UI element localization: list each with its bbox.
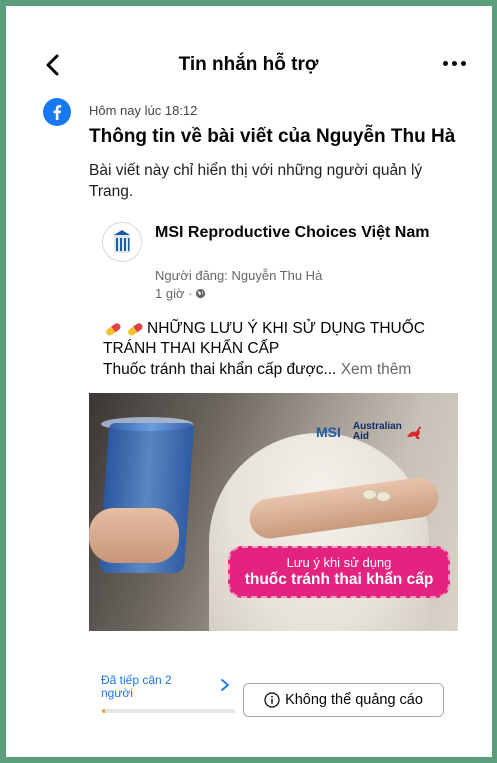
reach-progress-fill	[102, 709, 105, 713]
header: Tin nhắn hỗ trợ	[6, 40, 491, 90]
reach-link[interactable]: Đã tiếp cận 2 người	[101, 674, 206, 700]
pill-icon	[128, 323, 143, 336]
see-more-link[interactable]: Xem thêm	[341, 361, 412, 378]
image-pill	[362, 489, 377, 500]
msi-logo-icon	[114, 230, 130, 253]
cannot-advertise-label: Không thể quảng cáo	[285, 692, 423, 708]
australian-aid-line2: Aid	[352, 431, 369, 442]
reach-progress-bar	[102, 709, 235, 713]
cannot-advertise-button[interactable]: Không thể quảng cáo	[243, 683, 444, 717]
post-time-label: 1 giờ ·	[155, 286, 193, 301]
overlay-bottom-text: thuốc tránh thai khẩn cấp	[244, 571, 434, 588]
app-frame: Tin nhắn hỗ trợ Hôm nay lúc 18:12 Thông …	[0, 0, 497, 763]
facebook-icon	[43, 98, 71, 126]
image-hand	[89, 508, 179, 563]
image-logos: MSI Australian Aid	[316, 415, 446, 449]
more-options-icon[interactable]	[436, 50, 472, 76]
post-text-line1-label: NHỮNG LƯU Ý KHI SỬ DỤNG THUỐC	[147, 320, 425, 337]
post-text-line1: NHỮNG LƯU Ý KHI SỬ DỤNG THUỐC	[103, 320, 425, 338]
kangaroo-icon	[406, 426, 421, 439]
chevron-right-icon[interactable]	[220, 678, 230, 692]
post-poster: Người đăng: Nguyễn Thu Hà	[155, 268, 323, 283]
pill-icon	[106, 323, 121, 336]
image-overlay-badge: Lưu ý khi sử dụng thuốc tránh thai khẩn …	[228, 546, 450, 598]
msi-logo: MSI	[316, 424, 341, 440]
post-text-line3-label: Thuốc tránh thai khẩn cấp được...	[103, 361, 337, 378]
message-heading: Thông tin về bài viết của Nguyễn Thu Hà	[89, 126, 456, 147]
post-text-line2: TRÁNH THAI KHẨN CẤP	[103, 340, 280, 357]
post-time: 1 giờ ·	[155, 286, 206, 301]
message-description: Bài viết này chỉ hiển thị với những ngườ…	[89, 162, 423, 200]
australian-aid-logo: Australian Aid	[353, 422, 423, 442]
post-image[interactable]: MSI Australian Aid Lưu ý khi sử dụng thu…	[89, 393, 458, 631]
globe-icon	[196, 288, 206, 299]
post-text-line3: Thuốc tránh thai khẩn cấp được... Xem th…	[103, 361, 411, 379]
image-pill	[376, 491, 391, 502]
page-avatar[interactable]	[102, 222, 142, 262]
overlay-top-text: Lưu ý khi sử dụng	[286, 555, 392, 570]
post-page-name[interactable]: MSI Reproductive Choices Việt Nam	[155, 222, 435, 243]
image-person	[209, 433, 429, 631]
message-timestamp: Hôm nay lúc 18:12	[89, 103, 198, 118]
info-icon	[264, 692, 280, 708]
page-title: Tin nhắn hỗ trợ	[178, 54, 319, 75]
